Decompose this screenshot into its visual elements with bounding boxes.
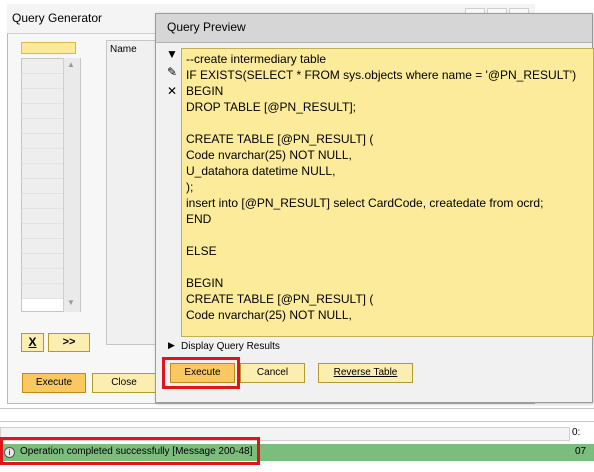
query-category-field[interactable]: [21, 42, 76, 54]
list-item[interactable]: [22, 104, 64, 119]
reverse-table-button[interactable]: Reverse Table: [318, 363, 413, 383]
list-item[interactable]: [22, 149, 64, 164]
execute-highlight-box: [162, 357, 240, 389]
list-item[interactable]: [22, 164, 64, 179]
display-query-results-label[interactable]: Display Query Results: [181, 341, 280, 352]
name-column-header: Name: [110, 44, 137, 55]
query-generator-title: Query Generator: [12, 11, 103, 25]
reverse-table-label: Reverse Table: [333, 367, 398, 378]
list-item[interactable]: [22, 254, 64, 269]
status-highlight-box: [0, 437, 260, 465]
list-item[interactable]: [22, 74, 64, 89]
divider: [0, 408, 594, 409]
list-item[interactable]: [22, 269, 64, 284]
list-item[interactable]: [22, 179, 64, 194]
list-item[interactable]: [22, 119, 64, 134]
scroll-down-icon[interactable]: ▼: [67, 298, 75, 307]
query-preview-title: Query Preview: [167, 20, 246, 34]
list-item[interactable]: [22, 59, 64, 74]
list-item[interactable]: [22, 284, 64, 299]
list-item[interactable]: [22, 194, 64, 209]
progress-right-text: 0:: [572, 427, 581, 438]
sql-text[interactable]: --create intermediary table IF EXISTS(SE…: [186, 51, 576, 323]
add-forward-button[interactable]: >>: [48, 333, 90, 352]
generator-close-button[interactable]: Close: [92, 373, 156, 393]
collapse-arrow-icon[interactable]: ▼: [165, 47, 179, 61]
query-name-list[interactable]: [106, 40, 158, 345]
clear-icon[interactable]: ✕: [165, 84, 179, 98]
scroll-up-icon[interactable]: ▲: [67, 60, 75, 69]
category-list-scrollbar[interactable]: ▲ ▼: [63, 58, 80, 312]
cancel-button[interactable]: Cancel: [240, 363, 305, 383]
pencil-icon[interactable]: ✎: [165, 65, 179, 79]
sql-editor[interactable]: --create intermediary table IF EXISTS(SE…: [181, 48, 594, 337]
generator-execute-button[interactable]: Execute: [22, 373, 86, 393]
divider: [0, 421, 594, 422]
status-right-text: 07: [575, 446, 587, 457]
list-item[interactable]: [22, 224, 64, 239]
list-item[interactable]: [22, 134, 64, 149]
list-item[interactable]: [22, 239, 64, 254]
expand-arrow-icon[interactable]: ▶: [168, 340, 175, 351]
remove-button[interactable]: X: [21, 333, 44, 352]
list-item[interactable]: [22, 209, 64, 224]
list-item[interactable]: [22, 89, 64, 104]
